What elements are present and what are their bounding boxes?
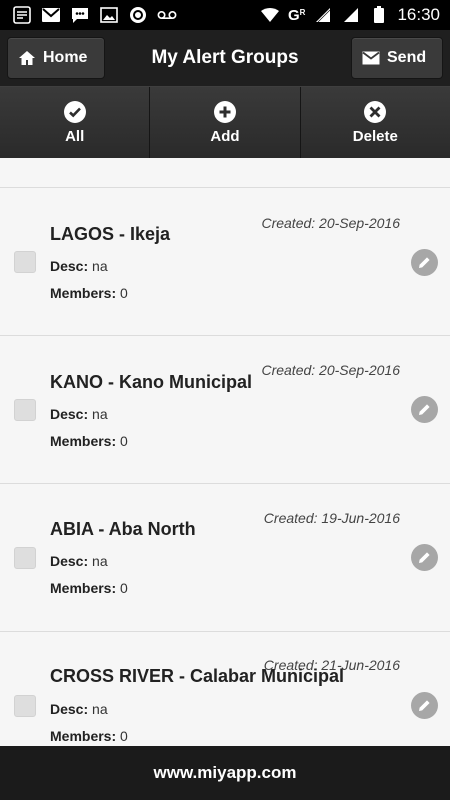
app-header: Home My Alert Groups Send bbox=[0, 30, 450, 86]
group-name: CROSS RIVER - Calabar Municipal bbox=[50, 666, 345, 686]
select-all-label: All bbox=[65, 127, 85, 145]
close-icon bbox=[364, 100, 387, 123]
mail-icon bbox=[362, 51, 380, 65]
edit-icon[interactable] bbox=[411, 544, 438, 571]
members-value: 0 bbox=[120, 580, 128, 596]
members-value: 0 bbox=[120, 285, 128, 301]
group-name: LAGOS - Ikeja bbox=[50, 224, 171, 244]
list-spacer bbox=[0, 158, 450, 188]
desc-label: Desc: bbox=[50, 701, 89, 717]
group-desc: Desc: na bbox=[50, 553, 108, 569]
list-item[interactable]: Created: 21-Jun-2016 CROSS RIVER - Calab… bbox=[0, 632, 450, 746]
desc-label: Desc: bbox=[50, 406, 89, 422]
delete-button[interactable]: Delete bbox=[300, 87, 450, 158]
created-date: Created: 20-Sep-2016 bbox=[261, 215, 400, 231]
select-all-button[interactable]: All bbox=[0, 87, 151, 158]
edit-icon[interactable] bbox=[411, 692, 438, 719]
desc-label: Desc: bbox=[50, 258, 89, 274]
list-item[interactable]: Created: 20-Sep-2016 LAGOS - Ikeja Desc:… bbox=[0, 188, 450, 336]
list-item[interactable]: Created: 20-Sep-2016 KANO - Kano Municip… bbox=[0, 336, 450, 484]
group-members: Members: 0 bbox=[50, 433, 128, 449]
members-value: 0 bbox=[120, 433, 128, 449]
home-icon bbox=[18, 49, 36, 67]
group-checkbox[interactable] bbox=[14, 547, 36, 569]
group-members: Members: 0 bbox=[50, 580, 128, 596]
footer-bar: www.miyapp.com bbox=[0, 746, 450, 800]
signal-icon-2 bbox=[341, 6, 361, 24]
gmail-icon bbox=[41, 6, 61, 24]
app-screen: GR 16:30 Home My Alert Groups Send All A… bbox=[0, 0, 450, 800]
members-label: Members: bbox=[50, 433, 117, 449]
system-icons: GR 16:30 bbox=[260, 5, 450, 25]
group-name: KANO - Kano Municipal bbox=[50, 372, 252, 392]
check-icon bbox=[63, 100, 86, 123]
group-name: ABIA - Aba North bbox=[50, 519, 196, 539]
home-label: Home bbox=[43, 49, 88, 66]
send-label: Send bbox=[387, 49, 427, 66]
notification-icons bbox=[0, 6, 177, 24]
footer-link[interactable]: www.miyapp.com bbox=[154, 763, 297, 783]
group-members: Members: 0 bbox=[50, 285, 128, 301]
signal-icon bbox=[313, 6, 333, 24]
add-group-button[interactable]: Add bbox=[150, 87, 301, 158]
delete-label: Delete bbox=[352, 127, 398, 145]
network-label: G bbox=[288, 6, 300, 24]
desc-value: na bbox=[92, 406, 108, 422]
created-date: Created: 19-Jun-2016 bbox=[263, 510, 400, 526]
group-checkbox[interactable] bbox=[14, 251, 36, 273]
desc-label: Desc: bbox=[50, 553, 89, 569]
page-title: My Alert Groups bbox=[151, 47, 299, 68]
action-toolbar: All Add Delete bbox=[0, 86, 450, 158]
group-desc: Desc: na bbox=[50, 701, 108, 717]
created-date: Created: 20-Sep-2016 bbox=[261, 362, 400, 378]
status-bar: GR 16:30 bbox=[0, 0, 450, 30]
add-label: Add bbox=[210, 127, 240, 145]
network-sub: R bbox=[299, 7, 306, 17]
members-value: 0 bbox=[120, 728, 128, 744]
network-type: GR bbox=[288, 7, 305, 24]
list-item[interactable]: Created: 19-Jun-2016 ABIA - Aba North De… bbox=[0, 484, 450, 632]
plus-icon bbox=[213, 100, 236, 123]
group-desc: Desc: na bbox=[50, 406, 108, 422]
group-list[interactable]: Created: 20-Sep-2016 LAGOS - Ikeja Desc:… bbox=[0, 158, 450, 746]
notification-icon bbox=[12, 6, 32, 24]
members-label: Members: bbox=[50, 285, 117, 301]
image-icon bbox=[99, 6, 119, 24]
wifi-icon bbox=[260, 6, 280, 24]
members-label: Members: bbox=[50, 580, 117, 596]
group-checkbox[interactable] bbox=[14, 399, 36, 421]
clock: 16:30 bbox=[397, 5, 440, 24]
send-button[interactable]: Send bbox=[351, 37, 443, 79]
battery-icon bbox=[369, 6, 389, 24]
home-button[interactable]: Home bbox=[7, 37, 105, 79]
group-members: Members: 0 bbox=[50, 728, 128, 744]
edit-icon[interactable] bbox=[411, 396, 438, 423]
voicemail-icon bbox=[157, 6, 177, 24]
edit-icon[interactable] bbox=[411, 249, 438, 276]
desc-value: na bbox=[92, 701, 108, 717]
app-icon bbox=[128, 6, 148, 24]
chat-icon bbox=[70, 6, 90, 24]
members-label: Members: bbox=[50, 728, 117, 744]
desc-value: na bbox=[92, 258, 108, 274]
desc-value: na bbox=[92, 553, 108, 569]
group-checkbox[interactable] bbox=[14, 695, 36, 717]
group-desc: Desc: na bbox=[50, 258, 108, 274]
